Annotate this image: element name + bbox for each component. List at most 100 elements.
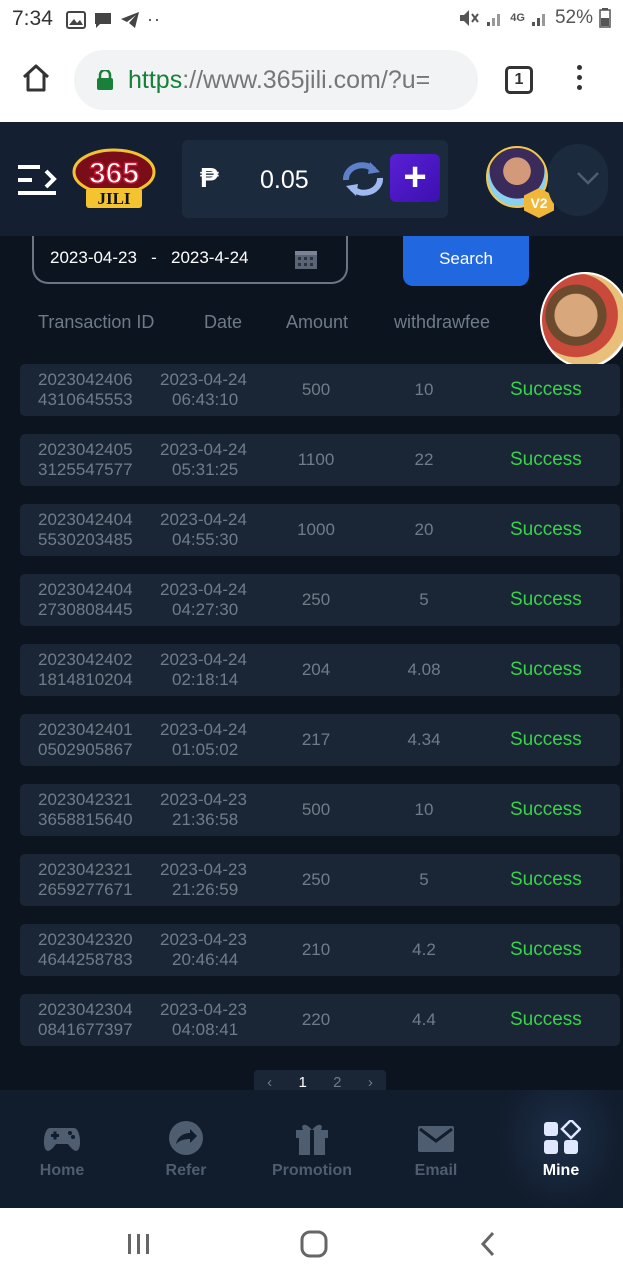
nav-promotion[interactable]: Promotion [250,1090,374,1208]
logo-graphic: 365 JILI [72,148,156,208]
status-badge: Success [510,939,582,960]
battery-icon [599,8,611,28]
transaction-date: 2023-04-24 04:55:30 [160,510,247,549]
status-badge: Success [510,659,582,680]
prev-page-button[interactable]: ‹ [267,1074,272,1091]
transaction-id: 2023042321 2659277671 [38,860,133,899]
nav-refer-label: Refer [165,1162,207,1179]
page-1-button[interactable]: 1 [298,1074,306,1091]
transaction-fee: 22 [414,450,434,469]
next-page-button[interactable]: › [368,1074,373,1091]
user-avatar[interactable]: V2 [486,146,554,218]
table-row: 2023042404 2730808445 2023-04-24 04:27:30 … [20,574,620,626]
search-button[interactable]: Search [403,236,529,286]
status-badge: Success [510,449,582,470]
menu-toggle-icon[interactable] [18,162,60,198]
address-bar[interactable]: https://www.365jili.com/?u= [74,50,478,110]
calendar-icon [295,251,317,269]
nav-promotion-label: Promotion [272,1162,352,1179]
table-row: 2023042404 5530203485 2023-04-24 04:55:30 … [20,504,620,556]
browser-toolbar: https://www.365jili.com/?u= 1 [0,40,623,122]
transaction-amount: 500 [301,380,331,399]
transaction-id: 2023042405 3125547577 [38,440,133,479]
mine-icon [544,1120,581,1154]
balance-value: 0.05 [260,166,309,194]
table-row: 2023042320 4644258783 2023-04-23 20:46:44 … [20,924,620,976]
transaction-amount: 1000 [297,520,335,539]
transaction-amount: 250 [301,870,331,889]
status-badge: Success [510,379,582,400]
transaction-date: 2023-04-23 04:08:41 [160,1000,247,1039]
transaction-id: 2023042406 4310645553 [38,370,133,409]
app-viewport: 365 JILI ₱ 0.05 + V2 2023-04-23 - 2023-4… [0,122,623,1208]
home-icon[interactable] [20,62,52,94]
transaction-id: 2023042304 0841677397 [38,1000,133,1039]
transaction-date: 2023-04-24 01:05:02 [160,720,247,759]
more-notifications-icon: ·· [147,9,161,29]
refresh-balance-icon[interactable] [340,160,386,198]
transaction-date: 2023-04-24 02:18:14 [160,650,247,689]
table-row: 2023042304 0841677397 2023-04-23 04:08:41 … [20,994,620,1046]
transaction-fee: 4.4 [412,1010,436,1029]
transaction-amount: 220 [301,1010,331,1029]
nav-home[interactable]: Home [0,1090,124,1208]
transaction-date: 2023-04-24 04:27:30 [160,580,247,619]
status-time: 7:34 [12,7,53,30]
transaction-id: 2023042321 3658815640 [38,790,133,829]
chevron-down-icon [577,172,599,185]
status-badge: Success [510,519,582,540]
network-type: 4G [510,12,525,24]
home-button-icon[interactable] [300,1230,328,1258]
transaction-fee: 20 [414,520,434,539]
status-bar: 7:34 ·· 4G 52% [0,0,623,40]
status-badge: Success [510,729,582,750]
status-badge: Success [510,589,582,610]
transaction-date: 2023-04-24 05:31:25 [160,440,247,479]
date-range-picker[interactable]: 2023-04-23 - 2023-4-24 [32,236,348,284]
site-logo[interactable]: 365 JILI [72,148,156,210]
table-row: 2023042401 0502905867 2023-04-24 01:05:02 … [20,714,620,766]
date-range-text: 2023-04-23 - 2023-4-24 [50,248,249,267]
bottom-navigation: Home Refer Promotion Email Mine [0,1090,623,1208]
transaction-fee: 5 [419,590,429,609]
nav-mine-label: Mine [542,1162,580,1179]
transaction-id: 2023042401 0502905867 [38,720,133,759]
nav-email[interactable]: Email [374,1090,498,1208]
page-2-button[interactable]: 2 [333,1074,341,1091]
account-dropdown[interactable] [548,144,608,216]
transaction-amount: 217 [301,730,331,749]
transaction-id: 2023042404 5530203485 [38,510,133,549]
transaction-date: 2023-04-24 06:43:10 [160,370,247,409]
tab-switcher-button[interactable]: 1 [505,66,533,94]
back-icon[interactable] [478,1230,498,1258]
header-date: Date [204,312,243,332]
nav-email-label: Email [414,1162,458,1179]
nav-mine[interactable]: Mine [499,1090,623,1208]
table-row: 2023042321 2659277671 2023-04-23 21:26:59 … [20,854,620,906]
transaction-amount: 204 [301,660,331,679]
table-row: 2023042321 3658815640 2023-04-23 21:36:58 … [20,784,620,836]
transaction-amount: 210 [301,940,331,959]
transaction-amount: 1100 [297,450,335,469]
transaction-date: 2023-04-23 21:36:58 [160,790,247,829]
browser-menu-icon[interactable] [574,65,584,97]
transaction-amount: 250 [301,590,331,609]
nav-refer[interactable]: Refer [124,1090,248,1208]
transaction-fee: 4.2 [412,940,436,959]
recent-apps-icon[interactable] [126,1232,152,1256]
nav-home-label: Home [39,1162,85,1179]
transaction-fee: 10 [414,380,434,399]
lock-icon [97,70,113,90]
header-amount: Amount [286,312,349,332]
status-badge: Success [510,1009,582,1030]
deposit-button[interactable]: + [390,154,440,202]
transaction-list: 2023042406 4310645553 2023-04-24 06:43:10 … [20,364,620,1064]
share-icon [169,1121,203,1155]
mute-icon [460,10,480,26]
transaction-fee: 10 [414,800,434,819]
telegram-icon [121,11,139,28]
signal-icon [531,14,545,26]
status-badge: Success [510,799,582,820]
app-header: 365 JILI ₱ 0.05 + V2 [0,122,623,236]
transaction-fee: 4.08 [407,660,441,679]
